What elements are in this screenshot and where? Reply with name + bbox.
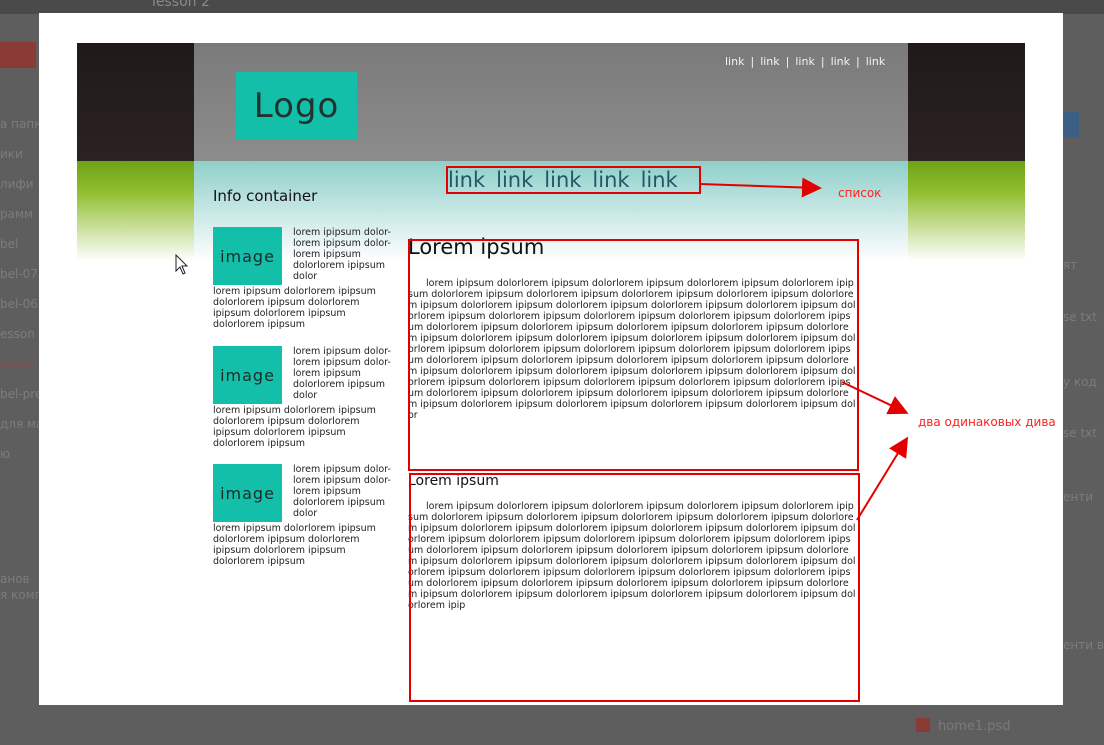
annotation-arrows: [699, 177, 909, 521]
list-annotation: список: [838, 186, 882, 200]
mouse-cursor-icon: [175, 254, 189, 275]
divs-annotation: два одинаковых дива: [918, 415, 1056, 429]
div-arrow-bottom: [856, 436, 909, 521]
div-arrow-top: [841, 381, 909, 415]
list-arrow: [699, 177, 822, 198]
